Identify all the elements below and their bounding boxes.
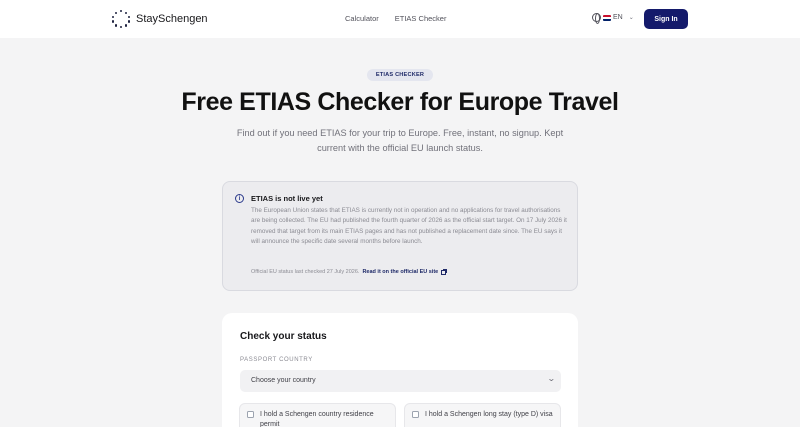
notice-body: The European Union states that ETIAS is … <box>251 207 567 246</box>
residence-permit-option[interactable]: I hold a Schengen country residence perm… <box>239 403 396 427</box>
info-icon: i <box>235 194 244 203</box>
long-stay-visa-option[interactable]: I hold a Schengen long stay (type D) vis… <box>404 403 561 427</box>
card-title: Check your status <box>240 331 327 342</box>
brand[interactable]: StaySchengen <box>112 10 208 28</box>
brand-name: StaySchengen <box>136 13 208 25</box>
passport-country-value: Choose your country <box>251 377 316 384</box>
chevron-down-icon: ⌄ <box>547 374 557 383</box>
section-badge: ETIAS CHECKER <box>367 69 433 81</box>
language-label: EN <box>613 14 623 21</box>
nav-etias-checker[interactable]: ETIAS Checker <box>395 14 447 23</box>
check-status-card: Check your status PASSPORT COUNTRY Choos… <box>222 313 578 427</box>
passport-country-select[interactable]: Choose your country ⌄ <box>240 370 561 392</box>
last-checked-text: Official EU status last checked 27 July … <box>251 269 360 275</box>
external-link-icon <box>441 268 448 275</box>
globe-icon <box>592 13 601 24</box>
notice-title: ETIAS is not live yet <box>251 194 323 203</box>
page-title: Free ETIAS Checker for Europe Travel <box>181 88 619 116</box>
brand-logo-icon <box>112 10 130 28</box>
etias-status-notice: i ETIAS is not live yet The European Uni… <box>222 181 578 291</box>
official-eu-site-link[interactable]: Read it on the official EU site <box>362 269 438 275</box>
long-stay-visa-label: I hold a Schengen long stay (type D) vis… <box>425 411 553 418</box>
main-nav: Calculator ETIAS Checker <box>345 14 446 23</box>
passport-country-label: PASSPORT COUNTRY <box>240 357 313 363</box>
long-stay-visa-checkbox[interactable] <box>412 411 419 418</box>
sign-in-button[interactable]: Sign In <box>644 9 688 29</box>
residence-permit-label: I hold a Schengen country residence perm… <box>260 411 374 427</box>
page-subtitle: Find out if you need ETIAS for your trip… <box>236 128 564 153</box>
residence-permit-checkbox[interactable] <box>247 411 254 418</box>
top-header: StaySchengen Calculator ETIAS Checker EN… <box>0 0 800 38</box>
chevron-down-icon: ⌄ <box>628 15 634 21</box>
language-selector[interactable]: EN ⌄ <box>592 13 634 24</box>
uk-flag-icon <box>603 14 611 21</box>
nav-calculator[interactable]: Calculator <box>345 14 379 23</box>
notice-footer: Official EU status last checked 27 July … <box>251 268 448 275</box>
